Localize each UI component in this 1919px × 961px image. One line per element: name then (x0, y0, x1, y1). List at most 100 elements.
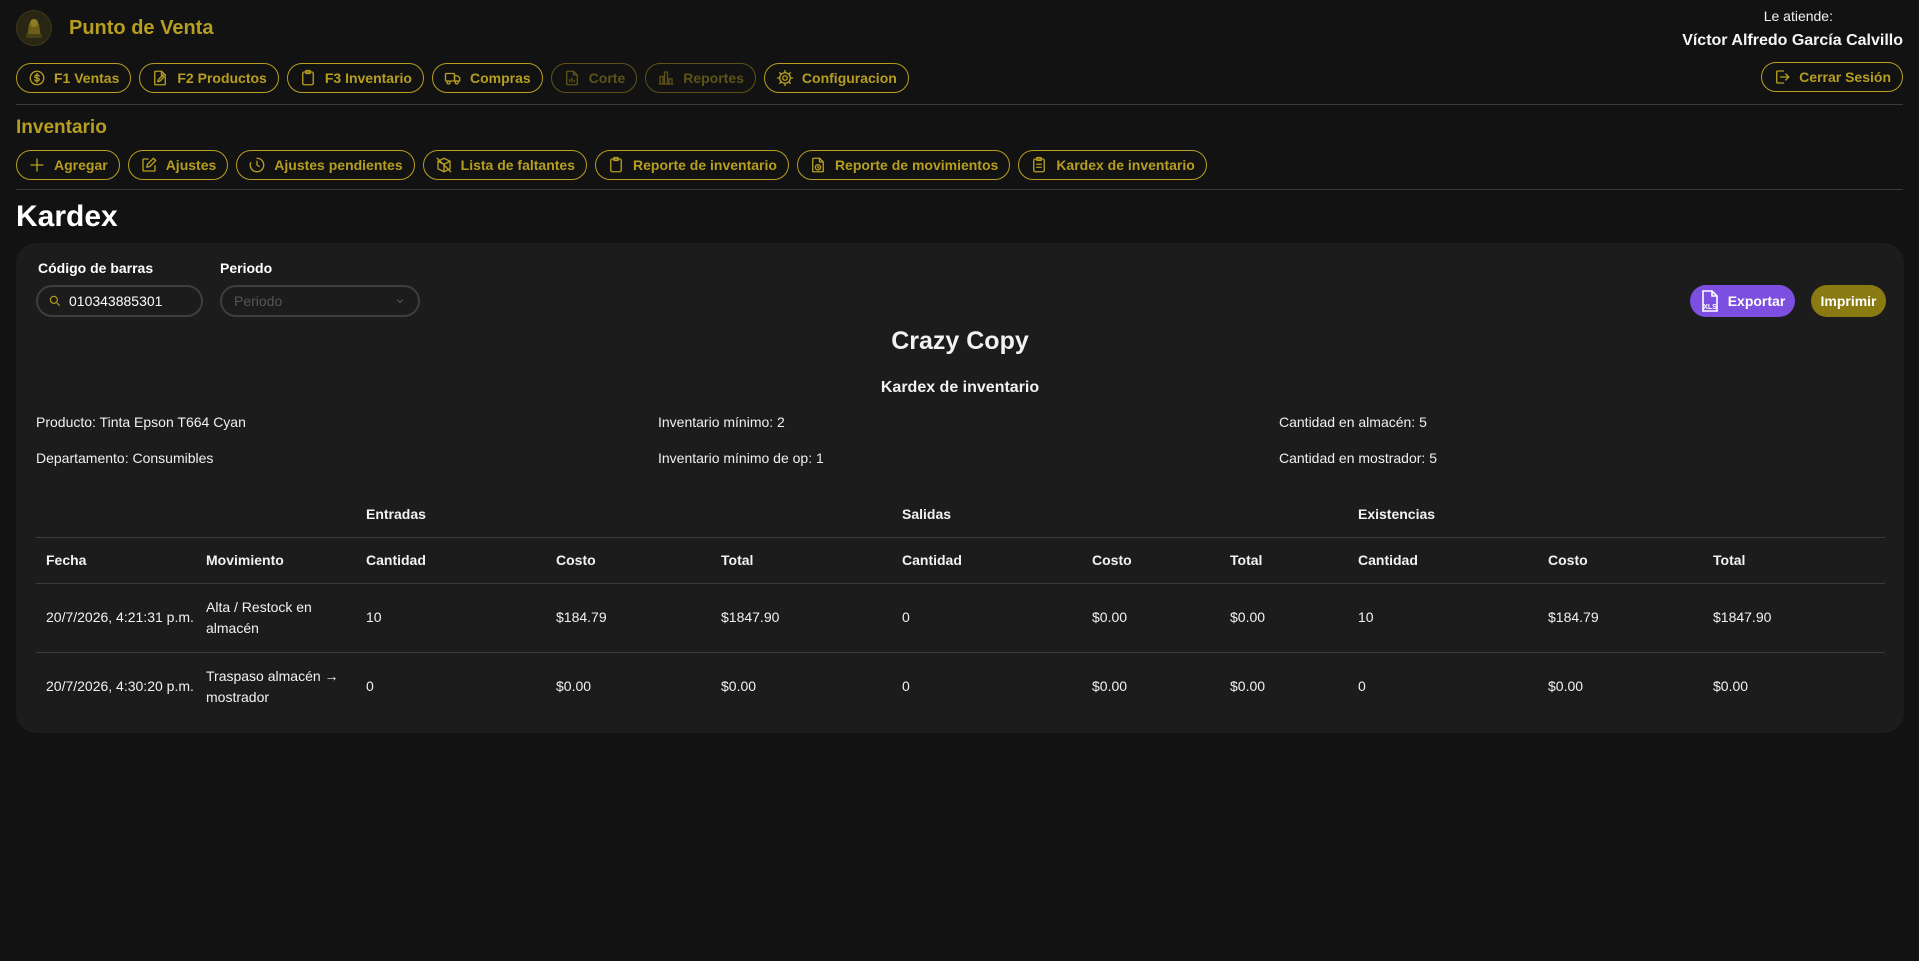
app-title: Punto de Venta (69, 17, 214, 39)
sub-nav-ajustes-label: Ajustes (165, 157, 217, 173)
report-title: Kardex de inventario (880, 379, 1040, 396)
export-button[interactable]: XLS Exportar (1690, 285, 1795, 317)
chevron-down-icon (396, 299, 404, 304)
sub-nav-lista-faltantes-label: Lista de faltantes (460, 157, 576, 173)
table-header-row: Fecha Movimiento Cantidad Costo Total Ca… (36, 537, 1885, 584)
kardex-card: Código de barras Periodo Periodo XLS Exp… (16, 243, 1904, 733)
clipboard-icon (301, 69, 314, 86)
nav-corte-button[interactable]: Corte (550, 63, 638, 93)
nav-inventario-button[interactable]: F3 Inventario (286, 63, 424, 93)
sub-nav-reporte-movimientos-button[interactable]: Reporte de movimientos (796, 150, 1011, 180)
col-entradas-cantidad: Cantidad (356, 537, 546, 584)
dollar-icon (29, 70, 45, 86)
sub-nav-lista-faltantes-button[interactable]: Lista de faltantes (422, 150, 588, 180)
info-inventario-minimo-op: Inventario mínimo de op: 1 (658, 450, 824, 466)
col-salidas-costo: Costo (1082, 537, 1220, 584)
gear-icon (776, 69, 794, 87)
col-salidas-total: Total (1220, 537, 1348, 584)
cell-salidas-costo: $0.00 (1082, 583, 1220, 653)
box-off-icon (436, 157, 452, 173)
main-nav: F1 Ventas F2 Productos F3 Inventario Com… (16, 63, 909, 93)
cell-movimiento: Traspaso almacén → mostrador (206, 667, 339, 705)
sub-nav-reporte-inventario-button[interactable]: Reporte de inventario (595, 150, 789, 180)
barcode-input[interactable] (69, 293, 194, 309)
sub-nav-reporte-movimientos-label: Reporte de movimientos (834, 157, 999, 173)
nav-inventario-label: F3 Inventario (324, 70, 412, 86)
col-movimiento: Movimiento (196, 537, 356, 584)
sub-nav-kardex-button[interactable]: Kardex de inventario (1018, 150, 1207, 180)
plus-icon (30, 158, 44, 172)
period-label: Periodo (220, 260, 273, 276)
cell-salidas-total: $0.00 (1230, 678, 1266, 695)
user-block: Le atiende: Víctor Alfredo García Calvil… (1682, 8, 1903, 50)
table-group-existencias: Existencias (1348, 491, 1885, 538)
export-label: Exportar (1727, 293, 1786, 309)
sub-nav-ajustes-pendientes-button[interactable]: Ajustes pendientes (236, 150, 415, 180)
cell-existencias-cantidad: 0 (1358, 678, 1366, 695)
nav-corte-label: Corte (588, 70, 626, 86)
bar-chart-icon (658, 71, 674, 85)
clipboard-icon (610, 156, 622, 173)
col-existencias-costo: Costo (1538, 537, 1703, 584)
nav-ventas-button[interactable]: F1 Ventas (16, 63, 132, 93)
col-existencias-total: Total (1703, 537, 1885, 584)
nav-reportes-label: Reportes (683, 70, 744, 86)
logout-icon (1776, 70, 1790, 84)
print-button[interactable]: Imprimir (1811, 285, 1886, 317)
clipboard-list-icon (1033, 156, 1046, 173)
nav-productos-label: F2 Productos (177, 70, 267, 86)
truck-icon (444, 72, 461, 85)
file-clock-icon (812, 157, 824, 173)
nav-compras-label: Compras (469, 70, 531, 86)
sub-nav-reporte-inventario-label: Reporte de inventario (633, 157, 777, 173)
barcode-label: Código de barras (38, 260, 154, 276)
nav-configuracion-button[interactable]: Configuracion (763, 63, 909, 93)
company-name: Crazy Copy (891, 327, 1029, 355)
table-row: 20/7/2026, 4:21:31 p.m. Alta / Restock e… (36, 583, 1885, 653)
cell-existencias-cantidad: 10 (1348, 583, 1538, 653)
nav-productos-button[interactable]: F2 Productos (139, 63, 279, 93)
col-existencias-cantidad: Cantidad (1348, 537, 1538, 584)
cell-entradas-cantidad: 10 (356, 583, 546, 653)
logout-button[interactable]: Cerrar Sesión (1761, 62, 1903, 92)
subnav-divider (16, 189, 1903, 190)
print-label: Imprimir (1820, 293, 1877, 309)
nav-compras-button[interactable]: Compras (431, 63, 543, 93)
info-producto: Producto: Tinta Epson T664 Cyan (36, 414, 246, 430)
barcode-search-field[interactable] (36, 285, 203, 317)
sub-nav-ajustes-button[interactable]: Ajustes (127, 150, 229, 180)
info-inventario-minimo: Inventario mínimo: 2 (658, 414, 785, 430)
logout-label: Cerrar Sesión (1799, 69, 1891, 85)
table-group-header-row: Entradas Salidas Existencias (36, 491, 1885, 538)
table-group-spacer (36, 491, 196, 538)
cell-fecha: 20/7/2026, 4:30:20 p.m. (46, 678, 194, 695)
table-row: 20/7/2026, 4:30:20 p.m. Traspaso almacén… (36, 652, 1885, 721)
col-fecha: Fecha (36, 537, 196, 584)
header-divider (16, 104, 1903, 105)
cell-existencias-costo: $0.00 (1548, 678, 1584, 695)
col-entradas-total: Total (711, 537, 892, 584)
file-chart-icon (565, 70, 578, 86)
nav-configuracion-label: Configuracion (801, 70, 897, 86)
sub-nav-agregar-label: Agregar (54, 157, 108, 173)
xls-file-icon: XLS (1701, 290, 1718, 312)
nav-reportes-button[interactable]: Reportes (645, 63, 756, 93)
cell-salidas-cantidad: 0 (902, 678, 910, 695)
col-entradas-costo: Costo (546, 537, 711, 584)
page-title: Kardex (16, 200, 118, 233)
sub-nav-agregar-button[interactable]: Agregar (16, 150, 120, 180)
search-icon (49, 295, 61, 307)
cell-existencias-costo: $184.79 (1538, 583, 1703, 653)
cell-fecha: 20/7/2026, 4:21:31 p.m. (36, 583, 196, 653)
cell-entradas-costo: $184.79 (546, 583, 711, 653)
cell-salidas-costo: $0.00 (1092, 678, 1128, 695)
section-title: Inventario (16, 117, 107, 138)
xls-badge: XLS (1703, 304, 1717, 311)
sub-nav-kardex-label: Kardex de inventario (1056, 157, 1195, 173)
cell-movimiento: Alta / Restock en almacén (196, 583, 356, 653)
period-select[interactable]: Periodo (220, 285, 420, 317)
user-label: Le atiende: (1763, 8, 1833, 24)
cell-salidas-total: $0.00 (1220, 583, 1348, 653)
cell-entradas-total: $1847.90 (711, 583, 892, 653)
logo-icon (26, 19, 42, 38)
